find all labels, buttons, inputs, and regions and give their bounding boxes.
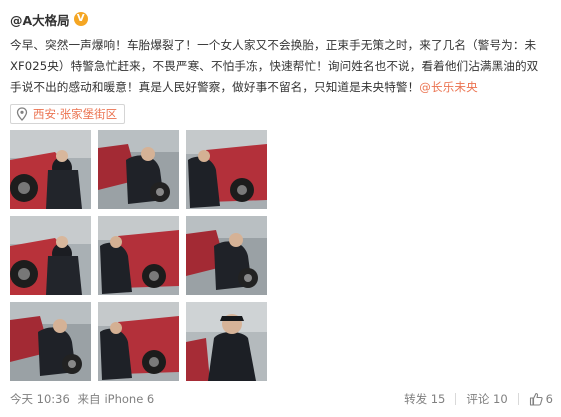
- post-actions: 转发 15 评论 10 6: [404, 391, 553, 407]
- post-time[interactable]: 今天 10:36: [10, 392, 70, 406]
- location-tag[interactable]: 西安·张家堡街区: [10, 104, 126, 124]
- location-label: 西安·张家堡街区: [33, 107, 118, 121]
- photo-image: [186, 130, 267, 209]
- divider: [517, 393, 519, 405]
- photo-image: [10, 216, 91, 295]
- divider: [455, 393, 457, 405]
- photo-grid: [10, 130, 268, 383]
- photo-image: [98, 216, 179, 295]
- photo-image: [98, 130, 179, 209]
- post-photo-thumbnail[interactable]: [186, 130, 267, 209]
- photo-image: [10, 302, 91, 381]
- photo-image: [98, 302, 179, 381]
- weibo-post-card: @A大格局 V 今早、突然一声爆响！车胎爆裂了！一个女人家又不会换胎，正束手无策…: [0, 0, 561, 417]
- post-author: @A大格局 V: [10, 10, 88, 29]
- photo-image: [186, 302, 267, 381]
- post-photo-thumbnail[interactable]: [98, 130, 179, 209]
- post-source[interactable]: iPhone 6: [104, 392, 154, 406]
- repost-button[interactable]: 转发 15: [404, 391, 445, 407]
- post-photo-thumbnail[interactable]: [186, 216, 267, 295]
- mention-link[interactable]: @长乐未央: [419, 80, 477, 94]
- source-prefix: 来自: [77, 392, 101, 406]
- post-content: 今早、突然一声爆响！车胎爆裂了！一个女人家又不会换胎，正束手无策之时，来了几名（…: [10, 35, 550, 98]
- like-count: 6: [545, 392, 553, 406]
- post-footer: 今天 10:36 来自 iPhone 6 转发 15 评论 10 6: [0, 388, 561, 410]
- thumbs-up-icon: [529, 392, 543, 406]
- like-button[interactable]: 6: [529, 392, 553, 406]
- post-photo-thumbnail[interactable]: [98, 302, 179, 381]
- location-pin-icon: [16, 107, 28, 121]
- post-photo-thumbnail[interactable]: [10, 130, 91, 209]
- post-photo-thumbnail[interactable]: [98, 216, 179, 295]
- post-photo-thumbnail[interactable]: [186, 302, 267, 381]
- photo-image: [10, 130, 91, 209]
- post-photo-thumbnail[interactable]: [10, 216, 91, 295]
- author-name[interactable]: @A大格局: [10, 10, 70, 29]
- post-photo-thumbnail[interactable]: [10, 302, 91, 381]
- post-meta: 今天 10:36 来自 iPhone 6: [10, 391, 158, 407]
- verified-badge-icon: V: [73, 12, 88, 26]
- photo-image: [186, 216, 267, 295]
- comment-button[interactable]: 评论 10: [466, 391, 507, 407]
